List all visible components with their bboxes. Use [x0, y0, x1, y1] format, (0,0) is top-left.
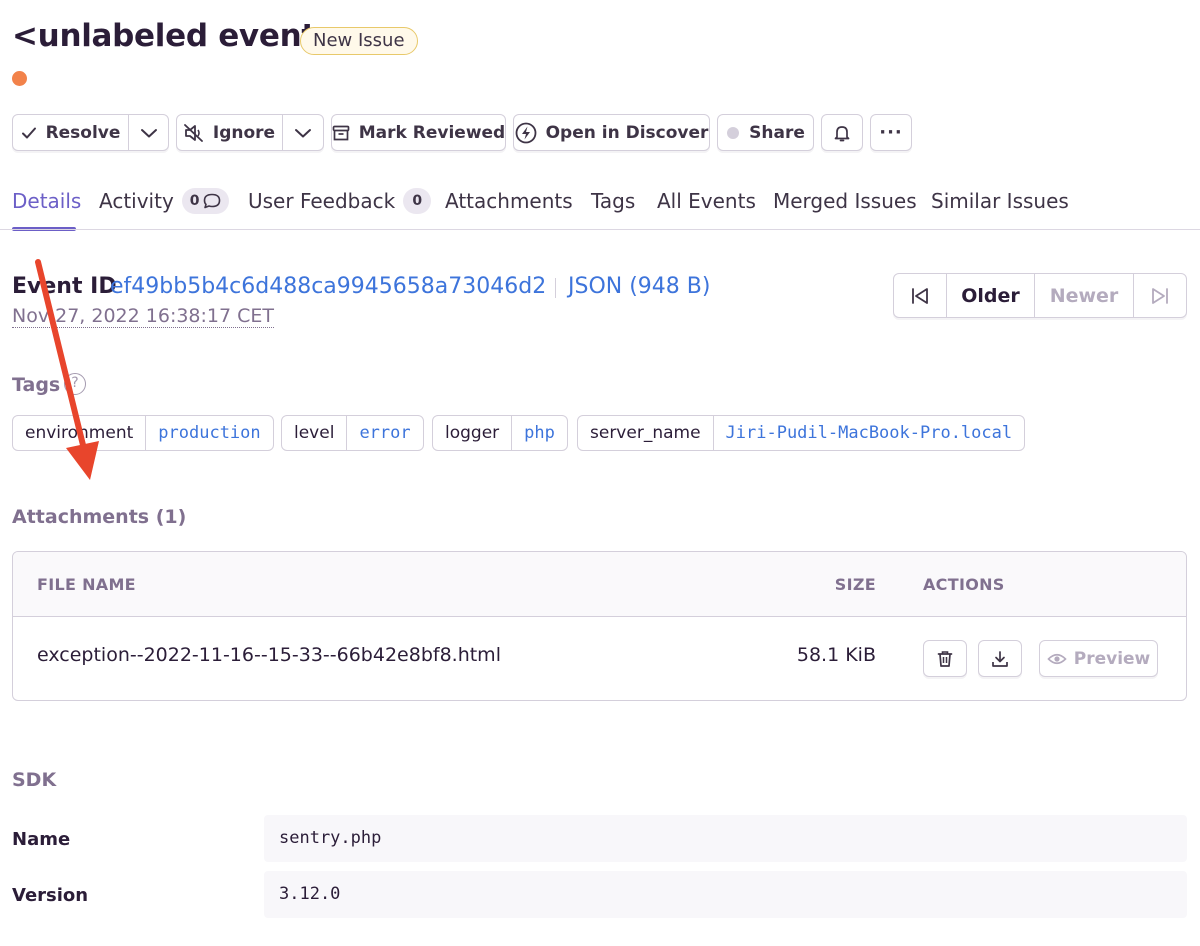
table-header: FILE NAME SIZE ACTIONS	[13, 552, 1186, 617]
older-event-button[interactable]: Older	[947, 274, 1035, 317]
tab-merged-issues[interactable]: Merged Issues	[773, 186, 917, 216]
comment-icon	[203, 193, 221, 209]
ignore-label: Ignore	[212, 122, 276, 143]
tag-pill-environment[interactable]: environment production	[12, 415, 274, 451]
more-actions-button[interactable]: ···	[870, 114, 912, 151]
tag-key: server_name	[578, 416, 714, 450]
sdk-name-label: Name	[12, 829, 71, 850]
chevron-down-icon	[140, 127, 158, 139]
tab-merged-issues-label: Merged Issues	[773, 189, 917, 213]
attachment-file-name: exception--2022-11-16--15-33--66b42e8bf8…	[37, 644, 501, 666]
ignore-dropdown-button[interactable]	[283, 115, 323, 150]
attachments-table: FILE NAME SIZE ACTIONS exception--2022-1…	[12, 551, 1187, 701]
skip-to-end-icon	[1150, 287, 1170, 305]
subscribe-button[interactable]	[821, 114, 863, 151]
ignore-button-group: Ignore	[176, 114, 324, 151]
preview-attachment-button[interactable]: Preview	[1039, 640, 1158, 677]
attachments-heading: Attachments (1)	[12, 506, 187, 528]
delete-attachment-button[interactable]	[923, 640, 967, 677]
tab-user-feedback[interactable]: User Feedback 0	[248, 186, 432, 216]
open-in-discover-button[interactable]: Open in Discover	[513, 114, 710, 151]
share-label: Share	[749, 122, 805, 143]
lightning-icon	[515, 122, 537, 144]
trash-icon	[937, 650, 953, 668]
column-header-size: SIZE	[834, 575, 876, 594]
archive-icon	[332, 125, 350, 141]
user-feedback-count-badge: 0	[403, 188, 432, 214]
resolve-label: Resolve	[45, 122, 121, 143]
activity-count: 0	[189, 193, 200, 209]
page-title: <unlabeled event>	[12, 18, 342, 54]
tabs-divider	[0, 229, 1200, 230]
tag-value[interactable]: Jiri-Pudil-MacBook-Pro.local	[714, 416, 1025, 450]
tag-pill-logger[interactable]: logger php	[432, 415, 568, 451]
tab-details-label: Details	[12, 189, 82, 213]
tag-value[interactable]: production	[146, 416, 272, 450]
tag-key: logger	[433, 416, 513, 450]
event-id-link[interactable]: ef49bb5b4c6d488ca9945658a73046d2	[110, 274, 546, 299]
tab-activity[interactable]: Activity 0	[99, 186, 229, 216]
tab-all-events-label: All Events	[657, 189, 756, 213]
newer-event-button[interactable]: Newer	[1035, 274, 1134, 317]
skip-to-start-icon	[910, 287, 930, 305]
event-timestamp[interactable]: Nov 27, 2022 16:38:17 CET	[12, 305, 275, 328]
sdk-version-value: 3.12.0	[264, 871, 1187, 918]
event-id-label: Event ID	[12, 274, 117, 299]
download-icon	[991, 650, 1009, 668]
mark-reviewed-label: Mark Reviewed	[358, 122, 506, 143]
open-in-discover-label: Open in Discover	[545, 122, 709, 143]
checkmark-icon	[21, 125, 37, 141]
tag-pill-server-name[interactable]: server_name Jiri-Pudil-MacBook-Pro.local	[577, 415, 1026, 451]
download-attachment-button[interactable]	[978, 640, 1022, 677]
tab-user-feedback-label: User Feedback	[248, 189, 396, 213]
tab-tags-label: Tags	[591, 189, 636, 213]
event-id-separator	[555, 278, 556, 298]
mark-reviewed-button[interactable]: Mark Reviewed	[331, 114, 506, 151]
resolve-button[interactable]: Resolve	[13, 115, 129, 150]
tab-attachments[interactable]: Attachments	[445, 186, 573, 216]
attachment-size: 58.1 KiB	[796, 644, 876, 666]
mute-icon	[183, 123, 204, 142]
tab-attachments-label: Attachments	[445, 189, 573, 213]
tab-details[interactable]: Details	[12, 186, 81, 216]
tag-key: environment	[13, 416, 147, 450]
resolve-button-group: Resolve	[12, 114, 169, 151]
newest-event-button[interactable]	[1134, 274, 1186, 317]
tag-pill-level[interactable]: level error	[281, 415, 424, 451]
status-badge: New Issue	[300, 27, 418, 55]
eye-icon	[1047, 652, 1067, 666]
tab-similar-issues[interactable]: Similar Issues	[931, 186, 1069, 216]
bell-icon	[834, 124, 850, 142]
tag-value[interactable]: php	[512, 416, 567, 450]
share-button[interactable]: Share	[717, 114, 814, 151]
tab-similar-issues-label: Similar Issues	[931, 189, 1069, 213]
json-link[interactable]: JSON (948 B)	[568, 274, 710, 299]
preview-label: Preview	[1073, 648, 1151, 669]
tag-key: level	[282, 416, 348, 450]
chevron-down-icon	[294, 127, 312, 139]
column-header-file-name: FILE NAME	[37, 575, 136, 594]
sdk-heading: SDK	[12, 769, 57, 791]
share-status-dot-icon	[726, 126, 740, 140]
event-pager: Older Newer	[893, 273, 1187, 318]
tag-value[interactable]: error	[347, 416, 422, 450]
sdk-name-value: sentry.php	[264, 815, 1187, 862]
sdk-version-label: Version	[12, 885, 89, 906]
resolve-dropdown-button[interactable]	[129, 115, 168, 150]
column-header-actions: ACTIONS	[923, 575, 1005, 594]
activity-count-badge: 0	[181, 188, 229, 214]
tab-tags[interactable]: Tags	[591, 186, 635, 216]
tab-activity-label: Activity	[99, 189, 174, 213]
tab-all-events[interactable]: All Events	[657, 186, 756, 216]
level-indicator-dot	[12, 71, 27, 86]
question-icon[interactable]: ?	[64, 373, 86, 395]
ignore-button[interactable]: Ignore	[177, 115, 283, 150]
tags-heading: Tags	[12, 374, 61, 396]
ellipsis-icon: ···	[879, 122, 903, 143]
oldest-event-button[interactable]	[894, 274, 947, 317]
